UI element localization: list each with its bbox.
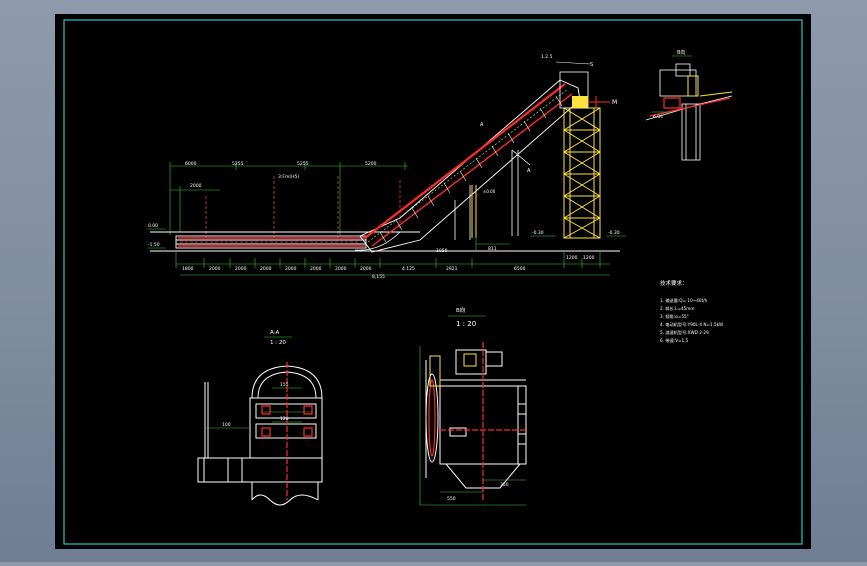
elev-bottom: -1.50 bbox=[148, 242, 160, 248]
elev-top: 0.00 bbox=[148, 223, 158, 229]
cad-drawing: 6000 5255 5255 5200 2000 3:Fm(H5) 1.2.5 … bbox=[55, 14, 811, 549]
dim-100: 100 bbox=[222, 422, 231, 428]
dim-left-vertical: 2000 bbox=[190, 183, 202, 189]
top-elevation: 1.2.5 bbox=[541, 54, 553, 60]
dim-bottom-5: 2000 bbox=[285, 266, 297, 272]
view-b-title: B向 bbox=[456, 306, 465, 314]
dim-bottom-10: 2921 bbox=[446, 266, 458, 272]
dim-350: 350 bbox=[500, 482, 509, 488]
note-line-4: 4. 电动机型号:Y90L-4 N=1.5kW bbox=[660, 321, 723, 328]
label-m: M bbox=[612, 99, 617, 106]
slope-label-a: A bbox=[480, 122, 484, 128]
dim-small: ±0.00 bbox=[483, 189, 496, 194]
dim-bottom-11: 6500 bbox=[514, 266, 526, 272]
dim-top-2: 5255 bbox=[232, 161, 244, 167]
notes-title: 技术要求： bbox=[660, 279, 688, 287]
note-line-1: 1. 输送量:Q= 10~40t/h bbox=[660, 297, 708, 304]
dim-128: 128 bbox=[280, 416, 289, 422]
elev-right-2: -0.30 bbox=[608, 230, 620, 236]
dim-bottom-9: 4.125 bbox=[402, 266, 415, 272]
detail-title-right: B向 bbox=[677, 49, 685, 56]
dim-bottom-12: 1200 bbox=[566, 255, 578, 261]
note-mid: 3:Fm(H5) bbox=[278, 174, 299, 180]
dim-bottom-8: 2000 bbox=[360, 266, 372, 272]
dim-550: 550 bbox=[447, 496, 456, 502]
head-elevation: 6.04 bbox=[653, 114, 663, 120]
dim-bottom-6: 2000 bbox=[310, 266, 322, 272]
dim-top-1: 6000 bbox=[185, 161, 197, 167]
cad-viewport[interactable]: 6000 5255 5255 5200 2000 3:Fm(H5) 1.2.5 … bbox=[0, 0, 867, 562]
dim-bottom-4: 2000 bbox=[260, 266, 272, 272]
note-line-5: 5. 减速机型号:XWD 2-29 bbox=[660, 329, 709, 336]
dim-bottom-1: 1800 bbox=[182, 266, 194, 272]
dim-bottom-13: 1200 bbox=[583, 255, 595, 261]
note-line-2: 2. 斜长:L=45mm bbox=[660, 305, 694, 312]
dim-span2: 811 bbox=[488, 246, 497, 252]
label-s: S bbox=[590, 62, 593, 68]
dim-155: 155 bbox=[280, 382, 289, 388]
slope-label-b: A bbox=[527, 168, 531, 174]
dim-total: 8,155 bbox=[372, 274, 385, 280]
dim-bottom-3: 2000 bbox=[235, 266, 247, 272]
section-a-scale: 1 : 20 bbox=[270, 340, 286, 346]
dim-top-3: 5255 bbox=[297, 161, 309, 167]
elev-right-1: -0.30 bbox=[532, 230, 544, 236]
dim-top-4: 5200 bbox=[365, 161, 377, 167]
section-a-title: A-A bbox=[270, 330, 280, 336]
dim-bottom-7: 2000 bbox=[335, 266, 347, 272]
dim-bottom-2: 2000 bbox=[209, 266, 221, 272]
view-b-scale: 1 : 20 bbox=[456, 320, 476, 328]
note-line-3: 3. 倾角:α=55° bbox=[660, 313, 689, 320]
dim-span: 1050 bbox=[436, 248, 448, 254]
